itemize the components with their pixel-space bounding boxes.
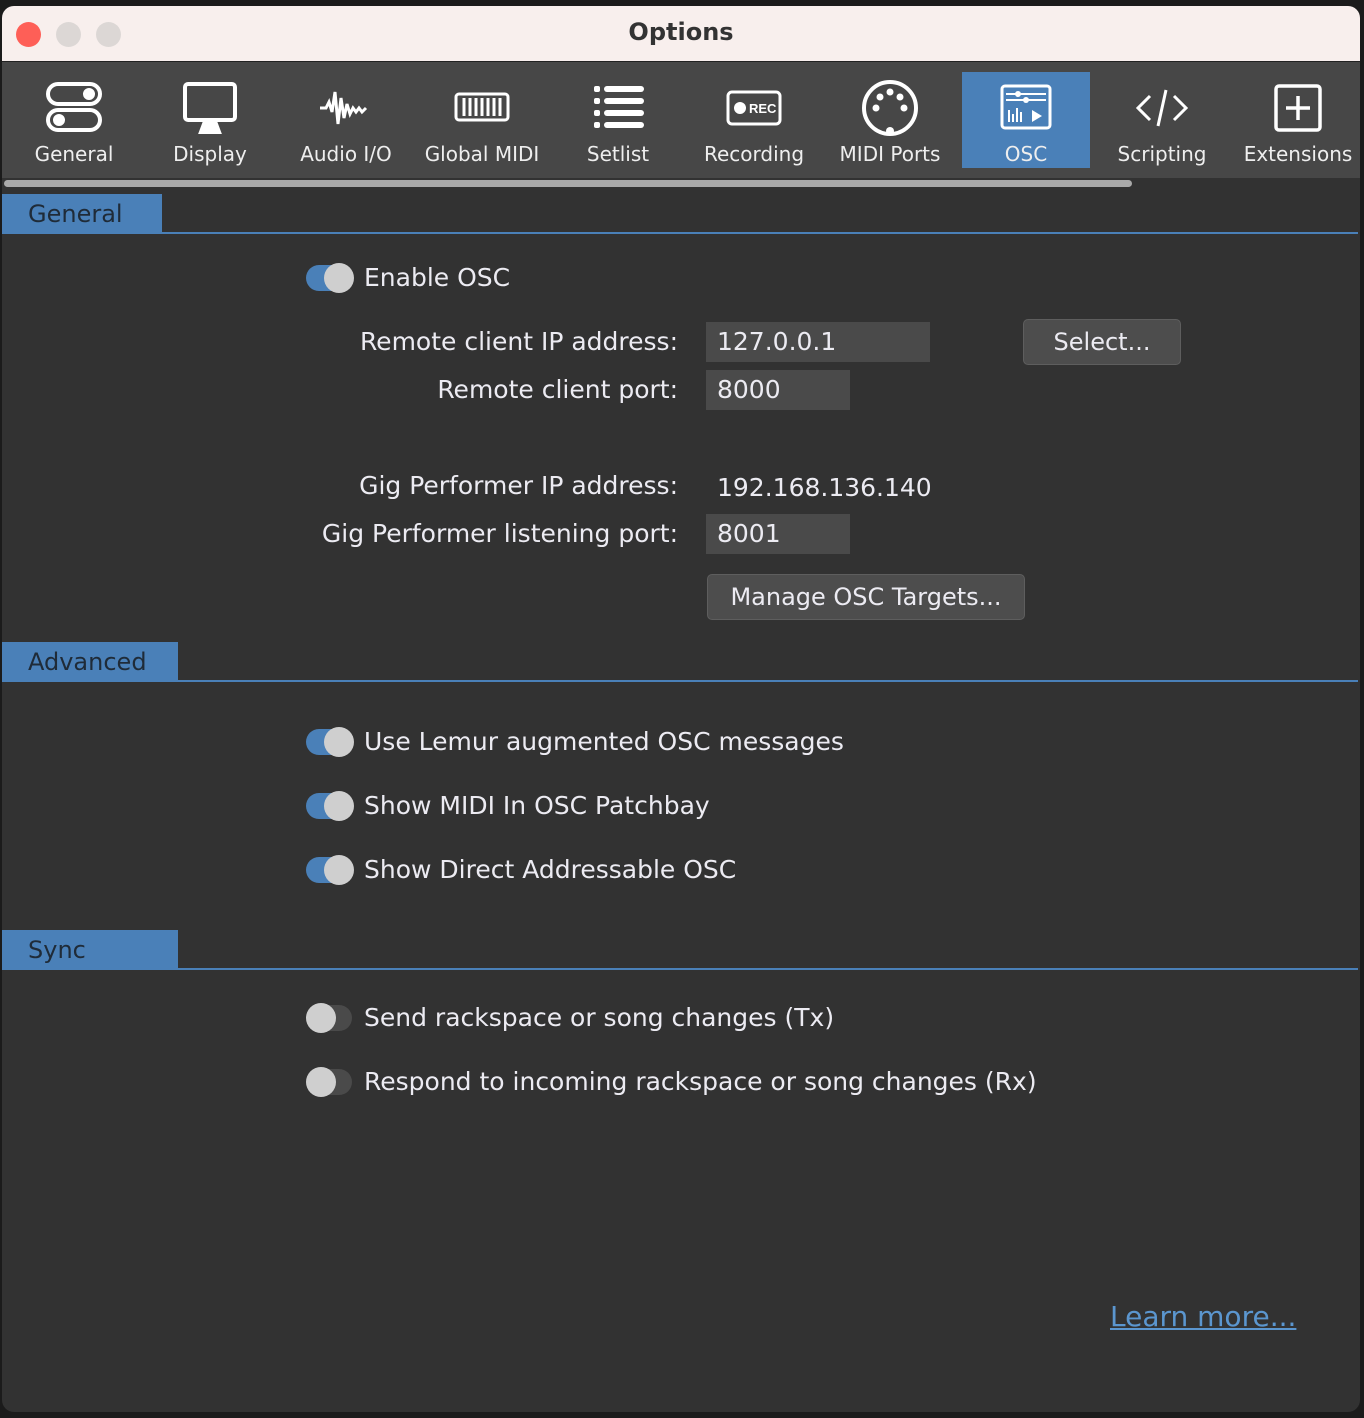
- gp-port-label: Gig Performer listening port:: [322, 519, 678, 548]
- divider: [2, 680, 1358, 682]
- options-window: Options General Display Audio I/O Global…: [2, 6, 1360, 1412]
- toggles-icon: [44, 78, 104, 138]
- respond-changes-label: Respond to incoming rackspace or song ch…: [364, 1067, 1037, 1096]
- select-button[interactable]: Select...: [1023, 319, 1181, 365]
- gp-ip-label: Gig Performer IP address:: [359, 471, 678, 500]
- remote-ip-input[interactable]: 127.0.0.1: [706, 322, 930, 362]
- options-toolbar: General Display Audio I/O Global MIDI Se…: [2, 62, 1360, 178]
- midi-patchbay-label: Show MIDI In OSC Patchbay: [364, 791, 710, 820]
- tab-display[interactable]: Display: [146, 72, 274, 168]
- list-icon: [588, 78, 648, 138]
- monitor-icon: [180, 78, 240, 138]
- midi-patchbay-toggle[interactable]: [306, 791, 354, 821]
- midi-port-icon: [860, 78, 920, 138]
- plus-box-icon: [1268, 78, 1328, 138]
- code-icon: [1132, 78, 1192, 138]
- gp-ip-value: 192.168.136.140: [717, 473, 932, 502]
- toolbar-scrollbar[interactable]: [4, 180, 1132, 187]
- section-header-advanced: Advanced: [2, 642, 178, 681]
- enable-osc-toggle[interactable]: [306, 263, 354, 293]
- lemur-osc-toggle[interactable]: [306, 727, 354, 757]
- section-header-sync: Sync: [2, 930, 178, 969]
- direct-osc-toggle[interactable]: [306, 855, 354, 885]
- window-title: Options: [2, 18, 1360, 46]
- send-changes-toggle[interactable]: [306, 1003, 354, 1033]
- tab-audio-io[interactable]: Audio I/O: [282, 72, 410, 168]
- remote-port-input[interactable]: 8000: [706, 370, 850, 410]
- osc-icon: [996, 78, 1056, 138]
- respond-changes-toggle[interactable]: [306, 1067, 354, 1097]
- section-header-general: General: [2, 194, 162, 233]
- tab-extensions[interactable]: Extensions: [1234, 72, 1360, 168]
- tab-global-midi[interactable]: Global MIDI: [418, 72, 546, 168]
- divider: [2, 968, 1358, 970]
- keyboard-icon: [452, 78, 512, 138]
- waveform-icon: [316, 78, 376, 138]
- tab-setlist[interactable]: Setlist: [554, 72, 682, 168]
- svg-text:REC: REC: [749, 101, 777, 116]
- remote-ip-label: Remote client IP address:: [360, 327, 678, 356]
- rec-icon: REC: [724, 78, 784, 138]
- tab-scripting[interactable]: Scripting: [1098, 72, 1226, 168]
- gp-port-input[interactable]: 8001: [706, 514, 850, 554]
- tab-general[interactable]: General: [10, 72, 138, 168]
- title-bar: Options: [2, 6, 1360, 62]
- direct-osc-label: Show Direct Addressable OSC: [364, 855, 736, 884]
- manage-osc-targets-button[interactable]: Manage OSC Targets...: [707, 574, 1025, 620]
- enable-osc-label: Enable OSC: [364, 263, 510, 292]
- learn-more-link[interactable]: Learn more...: [1110, 1300, 1296, 1333]
- lemur-osc-label: Use Lemur augmented OSC messages: [364, 727, 844, 756]
- tab-midi-ports[interactable]: MIDI Ports: [826, 72, 954, 168]
- send-changes-label: Send rackspace or song changes (Tx): [364, 1003, 834, 1032]
- remote-port-label: Remote client port:: [437, 375, 678, 404]
- tab-osc[interactable]: OSC: [962, 72, 1090, 168]
- divider: [2, 232, 1358, 234]
- tab-recording[interactable]: REC Recording: [690, 72, 818, 168]
